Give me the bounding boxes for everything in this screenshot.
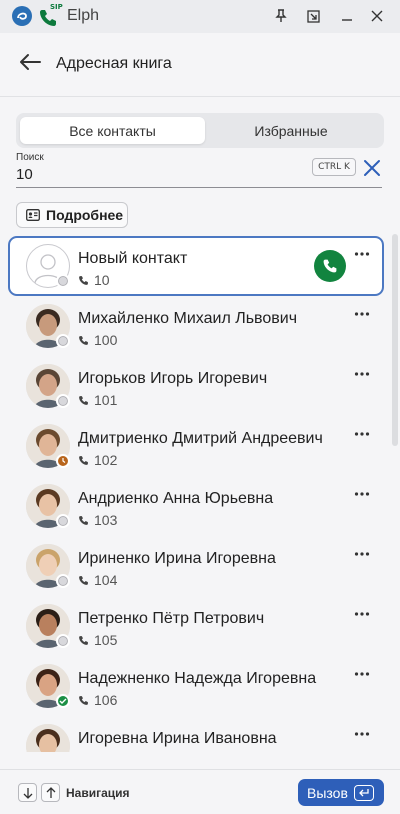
avatar — [26, 724, 70, 752]
search-shortcut-hint: CTRL K — [312, 158, 356, 176]
phone-icon — [79, 695, 88, 705]
more-options-icon[interactable] — [354, 664, 372, 676]
tab-all-contacts[interactable]: Все контакты — [20, 117, 205, 144]
phone-icon — [79, 635, 88, 645]
phone-icon — [79, 455, 88, 465]
clear-search-button[interactable] — [362, 158, 382, 178]
phone-icon — [79, 395, 88, 405]
contact-extension-number: 101 — [94, 392, 118, 408]
status-badge — [56, 634, 70, 648]
search-input[interactable] — [16, 164, 296, 184]
contact-row[interactable]: Дмитриенко Дмитрий Андреевич 102 — [8, 416, 384, 476]
more-options-icon[interactable] — [354, 304, 372, 316]
contact-row[interactable]: Игорьков Игорь Игоревич 101 — [8, 356, 384, 416]
contact-name: Петренко Пётр Петрович — [78, 610, 265, 627]
contact-list: Новый контакт 10 Михайленко Михаил Львович… — [0, 232, 400, 752]
contact-extension: 105 — [78, 632, 117, 648]
pin-button[interactable] — [270, 5, 292, 27]
contact-extension-number: 105 — [94, 632, 118, 648]
contact-extension: 100 — [78, 332, 117, 348]
phone-icon — [79, 515, 88, 525]
contact-row[interactable]: Ириненко Ирина Игоревна 104 — [8, 536, 384, 596]
scrollbar[interactable] — [392, 234, 398, 446]
contact-extension: 102 — [78, 452, 117, 468]
arrow-up-icon — [46, 786, 55, 798]
phone-icon — [79, 275, 88, 285]
contact-extension-number: 104 — [94, 572, 118, 588]
more-options-icon[interactable] — [354, 424, 372, 436]
contact-extension-number: 106 — [94, 692, 118, 708]
title-bar: SIP Elph — [0, 0, 400, 33]
contact-name: Андриенко Анна Юрьевна — [78, 490, 274, 507]
contact-extension: 10 — [78, 272, 110, 288]
sip-phone-icon: SIP — [38, 3, 64, 28]
contact-extension: 101 — [78, 392, 117, 408]
status-badge — [56, 274, 70, 288]
call-contact-button[interactable] — [314, 250, 346, 282]
more-options-icon[interactable] — [354, 544, 372, 556]
more-options-icon[interactable] — [354, 244, 372, 256]
sip-badge: SIP — [50, 3, 63, 11]
search-label: Поиск — [16, 152, 44, 163]
contact-extension-number: 103 — [94, 512, 118, 528]
status-badge — [56, 514, 70, 528]
app-name: Elph — [67, 7, 100, 24]
status-badge — [56, 454, 70, 468]
contact-name: Михайленко Михаил Львович — [78, 310, 298, 327]
more-options-icon[interactable] — [354, 364, 372, 376]
more-options-icon[interactable] — [354, 724, 372, 736]
contact-name: Надежненко Надежда Игоревна — [78, 670, 317, 687]
contact-extension: 104 — [78, 572, 117, 588]
contact-row[interactable]: Петренко Пётр Петрович 105 — [8, 596, 384, 656]
nav-down-key — [18, 783, 37, 802]
enter-key-icon — [353, 784, 374, 801]
compact-mode-button[interactable] — [302, 5, 324, 27]
call-button-label: Вызов — [307, 784, 348, 801]
contact-tabs: Все контакты Избранные — [16, 113, 384, 148]
contact-row[interactable]: Андриенко Анна Юрьевна 103 — [8, 476, 384, 536]
footer: Навигация Вызов — [0, 769, 400, 814]
contact-name: Дмитриенко Дмитрий Андреевич — [78, 430, 323, 447]
contact-row[interactable]: Новый контакт 10 — [8, 236, 384, 296]
contact-name: Новый контакт — [78, 250, 188, 267]
close-window-button[interactable] — [366, 5, 388, 27]
more-options-icon[interactable] — [354, 604, 372, 616]
minimize-button[interactable] — [336, 5, 358, 27]
page-header: Адресная книга — [0, 33, 400, 97]
search-underline — [16, 187, 382, 188]
contact-extension: 103 — [78, 512, 117, 528]
nav-up-key — [41, 783, 60, 802]
app-logo-icon — [12, 6, 32, 26]
contact-card-icon — [26, 209, 40, 221]
contact-extension-number: 102 — [94, 452, 118, 468]
close-icon — [364, 160, 380, 176]
status-badge — [56, 574, 70, 588]
phone-icon — [323, 259, 337, 273]
contact-name: Ириненко Ирина Игоревна — [78, 550, 276, 567]
details-button-label: Подробнее — [46, 207, 124, 223]
navigation-hint: Навигация — [66, 786, 130, 800]
more-options-icon[interactable] — [354, 484, 372, 496]
contact-extension-number: 10 — [94, 272, 110, 288]
contact-extension-number: 100 — [94, 332, 118, 348]
phone-icon — [79, 335, 88, 345]
contact-row[interactable]: Игоревна Ирина Ивановна107 — [8, 716, 384, 752]
page-title: Адресная книга — [56, 55, 172, 72]
contact-name: Игоревна Ирина Ивановна — [78, 730, 277, 747]
details-button[interactable]: Подробнее — [16, 202, 128, 228]
arrow-down-icon — [23, 787, 32, 799]
tab-favorites[interactable]: Избранные — [203, 117, 379, 144]
back-button[interactable] — [18, 52, 46, 76]
status-badge — [56, 394, 70, 408]
contact-row[interactable]: Надежненко Надежда Игоревна 106 — [8, 656, 384, 716]
contact-name: Игорьков Игорь Игоревич — [78, 370, 268, 387]
status-badge — [56, 694, 70, 708]
contact-row[interactable]: Михайленко Михаил Львович 100 — [8, 296, 384, 356]
contact-extension: 106 — [78, 692, 117, 708]
status-badge — [56, 334, 70, 348]
phone-icon — [79, 575, 88, 585]
arrow-left-icon — [20, 54, 41, 70]
call-button[interactable]: Вызов — [298, 779, 384, 806]
